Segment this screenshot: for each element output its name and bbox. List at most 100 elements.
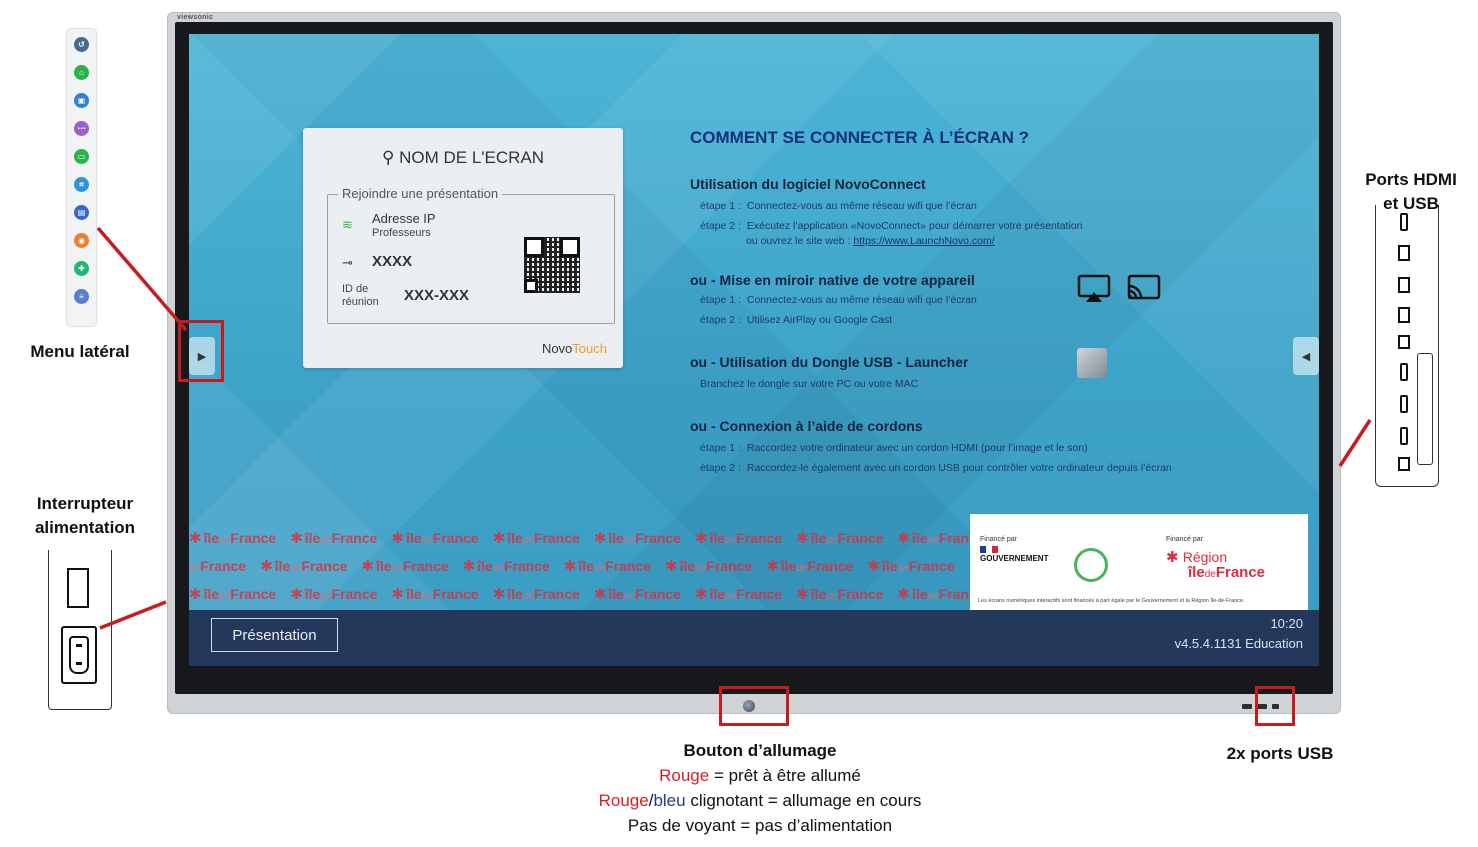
caption-line: Pas de voyant = pas d’alimentation <box>627 816 893 835</box>
settings-icon[interactable]: ≡ <box>74 289 89 304</box>
power-switch[interactable] <box>67 568 89 608</box>
hdmi-port-icon <box>1400 427 1408 445</box>
stage: viewsonic ▶ ◀ ⚲ NOM DE L'ECRAN Rejoindre… <box>0 0 1478 847</box>
region-watermark: ✱îledeFrance <box>695 586 783 603</box>
ports-panel <box>1375 205 1439 487</box>
join-presentation-box: Rejoindre une présentation ≋ Adresse IP … <box>327 186 615 324</box>
version: v4.5.4.1131 Education <box>1174 636 1303 651</box>
highlight-side-tab <box>178 320 224 382</box>
funding-label: Financé par <box>1166 536 1203 543</box>
back-icon[interactable]: ↺ <box>74 37 89 52</box>
usb-b-port-icon <box>1398 457 1410 471</box>
location-pin-icon: ⚲ <box>381 148 400 167</box>
region-watermark: ✱îledeFrance <box>796 586 884 603</box>
region-watermark: ✱îledeFrance <box>665 558 753 575</box>
record-icon[interactable]: ◉ <box>74 233 89 248</box>
label-interrupteur: Interrupteur alimentation <box>34 494 136 537</box>
window-icon[interactable]: ▣ <box>74 93 89 108</box>
usb-port-icon <box>1398 307 1410 323</box>
home-icon[interactable]: ⌂ <box>74 65 89 80</box>
apps-icon[interactable]: ⋯ <box>74 121 89 136</box>
french-flag-icon <box>980 546 998 553</box>
tools-icon[interactable]: ✚ <box>74 261 89 276</box>
region-banner: ✱ îledeFrance ✱ îledeFrance ✱ îledeFrance ✱ île… <box>189 524 989 608</box>
label-usb: 2x ports USB <box>1226 744 1334 763</box>
region-watermark: ✱îledeFrance <box>189 558 247 574</box>
screen-info-card: ⚲ NOM DE L'ECRAN Rejoindre une présentat… <box>303 128 623 368</box>
region-watermark: ✱îledeFrance <box>593 586 682 603</box>
meeting-label: ID de <box>342 283 369 295</box>
key-value: XXXX <box>372 253 413 270</box>
region-row: ✱îledeFrance ✱îledeFrance ✱îledeFrance ✱île… <box>189 552 989 580</box>
usb-port-icon <box>1398 277 1410 293</box>
label-ports: Ports HDMI et USB <box>1365 170 1457 213</box>
region-watermark: ✱îledeFrance <box>867 558 955 575</box>
instructions: COMMENT SE CONNECTER À L’ÉCRAN ? <box>690 128 1290 148</box>
funding-panel: Financé par Financé par GOUVERNEMENT ✱ R… <box>970 514 1308 612</box>
step: étape 2 : Exécutez l’application «NovoCon… <box>700 220 1083 232</box>
arrow-left-icon: ◀ <box>1301 350 1311 363</box>
screen: ▶ ◀ ⚲ NOM DE L'ECRAN Rejoindre une prése… <box>189 34 1319 666</box>
section-dongle-title: ou - Utilisation du Dongle USB - Launche… <box>690 354 969 370</box>
region-watermark: ✱îledeFrance <box>290 586 378 603</box>
label-menu-lateral: Menu latéral <box>30 342 130 361</box>
novotouch-logo: NovoTouch <box>541 341 607 356</box>
wifi-icon: ≋ <box>342 217 353 232</box>
france-relance-logo <box>1074 548 1108 582</box>
side-menu: ↺ ⌂ ▣ ⋯ ▭ ⌗ ▤ ◉ ✚ ≡ <box>67 29 96 326</box>
screen-share-icon[interactable]: ▤ <box>74 205 89 220</box>
caption-line: Rouge/bleu clignotant = allumage en cour… <box>598 791 922 810</box>
power-button-caption: Bouton d’allumage Rouge = prêt à être al… <box>500 738 1020 838</box>
step: étape 1 : Connectez-vous au même réseau w… <box>700 200 977 212</box>
power-switch-panel <box>48 550 112 710</box>
region-watermark: ✱îledeFrance <box>796 530 884 547</box>
hdmi-port-icon <box>1400 395 1408 413</box>
section-cables-title: ou - Connexion à l’aide de cordons <box>690 418 923 434</box>
crop-icon[interactable]: ⌗ <box>74 177 89 192</box>
region-watermark: ✱îledeFrance <box>492 586 580 603</box>
region-idf-logo: ✱ Région îledeFrance <box>1166 549 1266 581</box>
whiteboard-icon[interactable]: ▭ <box>74 149 89 164</box>
taskbar: Présentation 10:20 v4.5.4.1131 Education <box>189 610 1319 666</box>
meeting-id: XXX-XXX <box>404 287 470 304</box>
key-icon: ⊸ <box>342 255 353 270</box>
region-watermark: ✱îledeFrance <box>593 530 682 547</box>
screen-name: NOM DE L'ECRAN <box>399 148 545 167</box>
instructions-title: COMMENT SE CONNECTER À L’ÉCRAN ? <box>690 128 1030 147</box>
step: étape 1 : Raccordez votre ordinateur avec… <box>700 442 1088 454</box>
right-drawer-tab[interactable]: ◀ <box>1293 337 1319 375</box>
step: étape 2 : Utilisez AirPlay ou Google Cast <box>700 314 893 326</box>
section-novoconnect-title: Utilisation du logiciel NovoConnect <box>690 176 926 192</box>
funding-label: Financé par <box>980 536 1017 543</box>
launchnovo-link[interactable]: https://www.LaunchNovo.com/ <box>853 235 994 247</box>
funding-footer: Les écrans numériques interactifs sont f… <box>978 598 1245 604</box>
region-watermark: ✱îledeFrance <box>766 558 854 575</box>
power-socket-icon <box>61 626 97 684</box>
region-watermark: ✱îledeFrance <box>361 558 449 575</box>
hdmi-port-icon <box>1400 363 1408 381</box>
region-row: ✱îledeFrance ✱îledeFrance ✱îledeFrance ✱île… <box>189 524 989 552</box>
caption-line: Rouge = prêt à être allumé <box>659 766 861 785</box>
usb-b-port-icon <box>1398 335 1410 349</box>
region-watermark: ✱îledeFrance <box>563 558 652 575</box>
step: étape 2 : Raccordez-le également avec un … <box>700 462 1172 474</box>
qr-code <box>524 237 580 293</box>
highlight-usb-ports <box>1255 686 1295 726</box>
usb-port-icon <box>1242 704 1252 709</box>
clock: 10:20 <box>1270 616 1303 631</box>
region-watermark: ✱îledeFrance <box>695 530 783 547</box>
presentation-button[interactable]: Présentation <box>211 618 338 652</box>
caption-title: Bouton d’allumage <box>683 741 837 760</box>
ip-label: Adresse IP <box>372 211 436 226</box>
step: Branchez le dongle sur votre PC ou votre… <box>700 378 919 390</box>
network-name: Professeurs <box>372 227 431 239</box>
region-watermark: ✱îledeFrance <box>290 530 378 547</box>
region-watermark: ✱îledeFrance <box>189 586 277 603</box>
region-row: ✱îledeFrance ✱îledeFrance ✱îledeFrance ✱île… <box>189 580 989 608</box>
region-watermark: ✱îledeFrance <box>189 530 277 547</box>
region-watermark: ✱îledeFrance <box>391 586 479 603</box>
region-watermark: ✱îledeFrance <box>462 558 550 575</box>
card-title: ⚲ NOM DE L'ECRAN <box>303 148 623 168</box>
region-star-icon: ✱ <box>1166 549 1179 566</box>
region-watermark: ✱îledeFrance <box>391 530 479 547</box>
